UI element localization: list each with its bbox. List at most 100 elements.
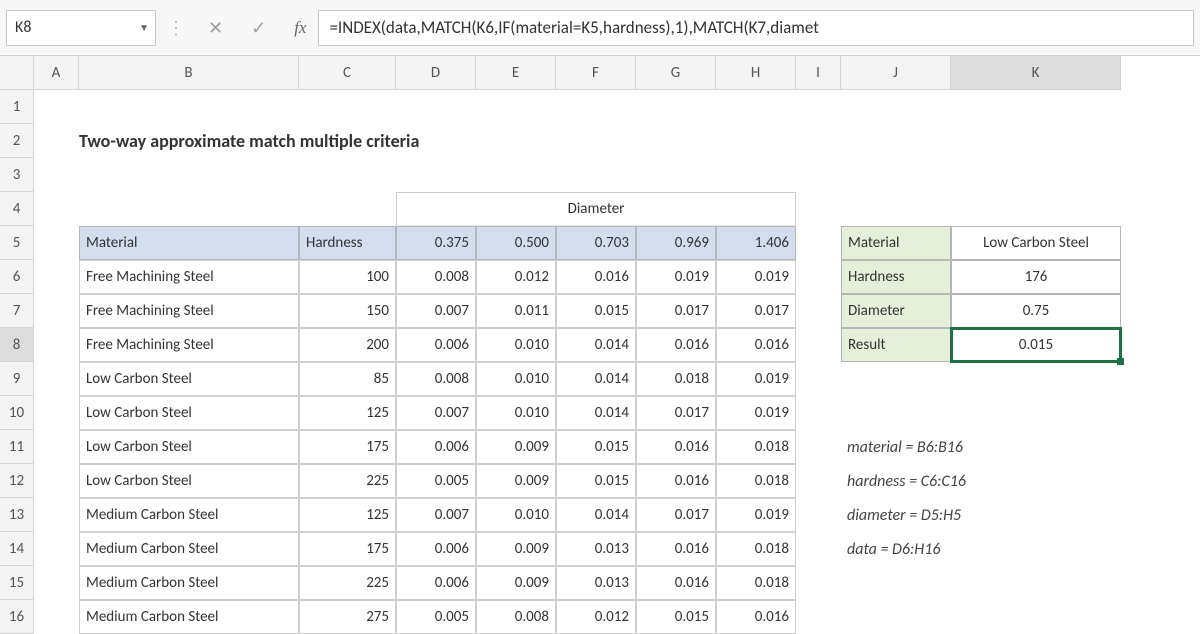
cell-blank[interactable] — [796, 294, 841, 328]
data-val[interactable]: 0.015 — [556, 430, 636, 464]
data-val[interactable]: 0.010 — [476, 498, 556, 532]
cell-blank[interactable] — [34, 464, 79, 498]
cell-blank[interactable] — [34, 226, 79, 260]
data-material[interactable]: Medium Carbon Steel — [79, 566, 299, 600]
col-header-J[interactable]: J — [841, 56, 951, 90]
data-val[interactable]: 0.009 — [476, 430, 556, 464]
cell-blank[interactable] — [796, 498, 841, 532]
cell-blank[interactable] — [34, 328, 79, 362]
page-title[interactable]: Two-way approximate match multiple crite… — [79, 124, 1121, 158]
cell-blank[interactable] — [796, 600, 1121, 634]
data-val[interactable]: 0.007 — [396, 294, 476, 328]
col-header-E[interactable]: E — [476, 56, 556, 90]
named-range-note[interactable]: material = B6:B16 — [841, 430, 1121, 464]
formula-input[interactable]: =INDEX(data,MATCH(K6,IF(material=K5,hard… — [318, 10, 1194, 46]
data-material[interactable]: Low Carbon Steel — [79, 430, 299, 464]
lookup-diameter-value[interactable]: 0.75 — [951, 294, 1121, 328]
data-hardness[interactable]: 200 — [299, 328, 396, 362]
cell-blank[interactable] — [34, 158, 1121, 192]
col-header-B[interactable]: B — [79, 56, 299, 90]
data-hardness[interactable]: 175 — [299, 532, 396, 566]
data-val[interactable]: 0.007 — [396, 396, 476, 430]
fx-icon[interactable]: fx — [294, 18, 306, 38]
data-val[interactable]: 0.015 — [556, 464, 636, 498]
data-hardness[interactable]: 175 — [299, 430, 396, 464]
cell-blank[interactable] — [796, 566, 1121, 600]
name-box[interactable]: K8 ▼ — [6, 10, 156, 46]
cell-blank[interactable] — [34, 90, 1121, 124]
data-val[interactable]: 0.008 — [476, 600, 556, 634]
chevron-down-icon[interactable]: ▼ — [139, 21, 149, 34]
data-val[interactable]: 0.015 — [556, 294, 636, 328]
diam-col-0[interactable]: 0.375 — [396, 226, 476, 260]
diam-col-4[interactable]: 1.406 — [716, 226, 796, 260]
row-header-15[interactable]: 15 — [0, 566, 34, 600]
diam-col-2[interactable]: 0.703 — [556, 226, 636, 260]
data-hardness[interactable]: 85 — [299, 362, 396, 396]
cell-blank[interactable] — [299, 192, 396, 226]
data-val[interactable]: 0.005 — [396, 600, 476, 634]
data-val[interactable]: 0.016 — [636, 430, 716, 464]
cell-blank[interactable] — [796, 328, 841, 362]
data-hardness[interactable]: 225 — [299, 464, 396, 498]
data-hardness[interactable]: 100 — [299, 260, 396, 294]
fill-handle[interactable] — [1117, 358, 1124, 365]
data-val[interactable]: 0.010 — [476, 362, 556, 396]
named-range-note[interactable]: diameter = D5:H5 — [841, 498, 1121, 532]
row-header-13[interactable]: 13 — [0, 498, 34, 532]
col-header-K[interactable]: K — [951, 56, 1121, 90]
data-val[interactable]: 0.009 — [476, 464, 556, 498]
row-header-1[interactable]: 1 — [0, 90, 34, 124]
data-val[interactable]: 0.014 — [556, 498, 636, 532]
data-val[interactable]: 0.016 — [636, 532, 716, 566]
cell-blank[interactable] — [34, 532, 79, 566]
data-val[interactable]: 0.006 — [396, 532, 476, 566]
data-hardness[interactable]: 225 — [299, 566, 396, 600]
data-val[interactable]: 0.019 — [716, 396, 796, 430]
row-header-14[interactable]: 14 — [0, 532, 34, 566]
cell-blank[interactable] — [796, 430, 841, 464]
data-material[interactable]: Low Carbon Steel — [79, 396, 299, 430]
data-material[interactable]: Low Carbon Steel — [79, 362, 299, 396]
cell-blank[interactable] — [841, 192, 951, 226]
data-val[interactable]: 0.018 — [716, 430, 796, 464]
row-header-12[interactable]: 12 — [0, 464, 34, 498]
cell-blank[interactable] — [796, 260, 841, 294]
data-val[interactable]: 0.018 — [716, 532, 796, 566]
data-val[interactable]: 0.018 — [716, 566, 796, 600]
row-header-7[interactable]: 7 — [0, 294, 34, 328]
header-hardness[interactable]: Hardness — [299, 226, 396, 260]
col-header-C[interactable]: C — [299, 56, 396, 90]
named-range-note[interactable]: hardness = C6:C16 — [841, 464, 1121, 498]
data-val[interactable]: 0.006 — [396, 430, 476, 464]
data-hardness[interactable]: 125 — [299, 396, 396, 430]
data-material[interactable]: Free Machining Steel — [79, 294, 299, 328]
data-val[interactable]: 0.017 — [636, 498, 716, 532]
col-header-G[interactable]: G — [636, 56, 716, 90]
lookup-diameter-label[interactable]: Diameter — [841, 294, 951, 328]
named-range-note[interactable]: data = D6:H16 — [841, 532, 1121, 566]
data-val[interactable]: 0.017 — [716, 294, 796, 328]
cell-blank[interactable] — [34, 294, 79, 328]
col-header-I[interactable]: I — [796, 56, 841, 90]
data-val[interactable]: 0.016 — [716, 328, 796, 362]
row-header-16[interactable]: 16 — [0, 600, 34, 634]
row-header-9[interactable]: 9 — [0, 362, 34, 396]
col-header-D[interactable]: D — [396, 56, 476, 90]
cell-blank[interactable] — [34, 260, 79, 294]
data-val[interactable]: 0.016 — [636, 566, 716, 600]
cell-blank[interactable] — [79, 192, 299, 226]
lookup-hardness-label[interactable]: Hardness — [841, 260, 951, 294]
cell-blank[interactable] — [34, 192, 79, 226]
data-val[interactable]: 0.017 — [636, 396, 716, 430]
data-val[interactable]: 0.009 — [476, 566, 556, 600]
data-val[interactable]: 0.010 — [476, 328, 556, 362]
row-header-8[interactable]: 8 — [0, 328, 34, 362]
cancel-icon[interactable]: ✕ — [208, 17, 223, 39]
data-val[interactable]: 0.013 — [556, 566, 636, 600]
lookup-hardness-value[interactable]: 176 — [951, 260, 1121, 294]
data-val[interactable]: 0.009 — [476, 532, 556, 566]
row-header-2[interactable]: 2 — [0, 124, 34, 158]
cell-blank[interactable] — [796, 226, 841, 260]
cell-blank[interactable] — [34, 362, 79, 396]
